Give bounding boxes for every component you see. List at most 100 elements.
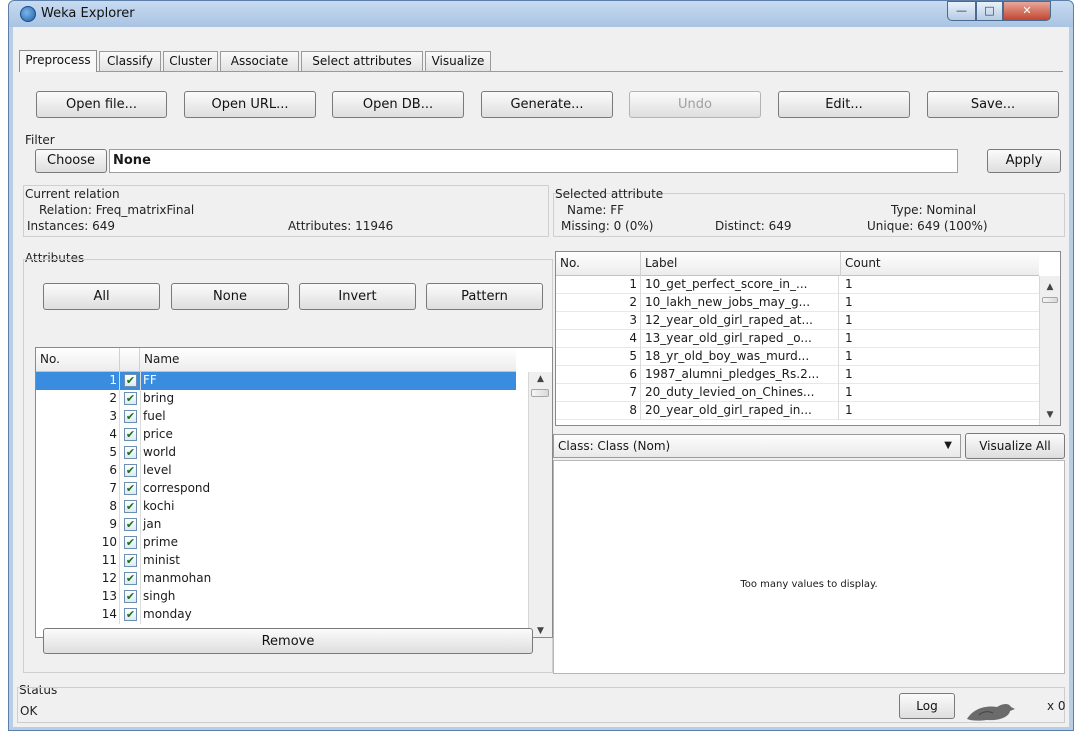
label-scroll-thumb[interactable] xyxy=(1042,297,1058,303)
attribute-name: bring xyxy=(140,390,174,408)
attribute-name: monday xyxy=(140,606,192,624)
attribute-checkbox[interactable]: ✔ xyxy=(124,590,137,603)
remove-button[interactable]: Remove xyxy=(43,628,533,654)
tab-select-attributes[interactable]: Select attributes xyxy=(301,51,423,71)
scroll-up-icon[interactable]: ▲ xyxy=(529,374,552,384)
attribute-row[interactable]: 6 ✔ level xyxy=(36,462,516,480)
pattern-button[interactable]: Pattern xyxy=(426,283,543,310)
tab-cluster[interactable]: Cluster xyxy=(163,51,218,71)
save-button[interactable]: Save... xyxy=(927,91,1059,118)
maximize-button[interactable]: □ xyxy=(976,1,1003,21)
label-row[interactable]: 8 20_year_old_girl_raped_in... 1 xyxy=(556,402,1039,420)
label-count: 1 xyxy=(845,385,853,399)
attribute-index: 12 xyxy=(36,570,120,588)
attribute-name: price xyxy=(140,426,173,444)
attribute-row[interactable]: 5 ✔ world xyxy=(36,444,516,462)
attribute-index: 5 xyxy=(36,444,120,462)
attribute-checkbox[interactable]: ✔ xyxy=(124,464,137,477)
open-db-button[interactable]: Open DB... xyxy=(332,91,464,118)
viz-message: Too many values to display. xyxy=(740,579,878,590)
attribute-row[interactable]: 7 ✔ correspond xyxy=(36,480,516,498)
close-button[interactable]: ✕ xyxy=(1003,1,1051,21)
tab-preprocess[interactable]: Preprocess xyxy=(19,50,97,72)
col-name-header[interactable]: Name xyxy=(140,348,516,372)
label-col-label-header[interactable]: Label xyxy=(641,252,841,276)
label-scroll-down-icon[interactable]: ▼ xyxy=(1040,410,1060,420)
attribute-checkbox[interactable]: ✔ xyxy=(124,500,137,513)
filter-apply-button[interactable]: Apply xyxy=(987,149,1061,173)
attribute-checkbox[interactable]: ✔ xyxy=(124,554,137,567)
label-row[interactable]: 1 10_get_perfect_score_in_... 1 xyxy=(556,276,1039,294)
undo-button[interactable]: Undo xyxy=(629,91,761,118)
attribute-name: world xyxy=(140,444,176,462)
attribute-row[interactable]: 2 ✔ bring xyxy=(36,390,516,408)
tab-visualize[interactable]: Visualize xyxy=(425,51,491,71)
attribute-checkbox[interactable]: ✔ xyxy=(124,410,137,423)
open-url-button[interactable]: Open URL... xyxy=(184,91,316,118)
attribute-index: 11 xyxy=(36,552,120,570)
attribute-row[interactable]: 14 ✔ monday xyxy=(36,606,516,624)
attribute-checkbox[interactable]: ✔ xyxy=(124,428,137,441)
log-button[interactable]: Log xyxy=(899,693,955,719)
attribute-row[interactable]: 13 ✔ singh xyxy=(36,588,516,606)
open-file-button[interactable]: Open file... xyxy=(36,91,167,118)
generate-button[interactable]: Generate... xyxy=(481,91,613,118)
label-value: 10_get_perfect_score_in_... xyxy=(641,276,839,294)
attributes-scrollbar[interactable]: ▲ ▼ xyxy=(528,372,552,637)
weka-bird-icon[interactable] xyxy=(963,699,1023,725)
label-row[interactable]: 5 18_yr_old_boy_was_murd... 1 xyxy=(556,348,1039,366)
selected-missing: Missing: 0 (0%) xyxy=(561,219,654,233)
col-no-header[interactable]: No. xyxy=(36,348,120,372)
label-table-scrollbar[interactable]: ▲ ▼ xyxy=(1039,276,1060,425)
label-row[interactable]: 6 1987_alumni_pledges_Rs.2... 1 xyxy=(556,366,1039,384)
scroll-thumb[interactable] xyxy=(531,389,549,397)
attribute-row[interactable]: 8 ✔ kochi xyxy=(36,498,516,516)
attribute-checkbox[interactable]: ✔ xyxy=(124,482,137,495)
attribute-row[interactable]: 10 ✔ prime xyxy=(36,534,516,552)
attribute-checkbox[interactable]: ✔ xyxy=(124,446,137,459)
attribute-checkbox[interactable]: ✔ xyxy=(124,572,137,585)
class-selector[interactable]: Class: Class (Nom) ▼ xyxy=(553,434,961,458)
label-row[interactable]: 2 10_lakh_new_jobs_may_g... 1 xyxy=(556,294,1039,312)
select-none-button[interactable]: None xyxy=(171,283,289,310)
attribute-name: manmohan xyxy=(140,570,211,588)
filter-field[interactable]: None xyxy=(109,149,958,173)
label-row[interactable]: 3 12_year_old_girl_raped_at... 1 xyxy=(556,312,1039,330)
instances-count: Instances: 649 xyxy=(27,219,116,233)
explorer-client-area: Preprocess Classify Cluster Associate Se… xyxy=(13,27,1069,727)
attribute-row[interactable]: 4 ✔ price xyxy=(36,426,516,444)
select-all-button[interactable]: All xyxy=(43,283,160,310)
minimize-button[interactable]: — xyxy=(947,1,976,21)
attribute-row[interactable]: 1 ✔ FF xyxy=(36,372,516,390)
class-selector-value: Class: Class (Nom) xyxy=(558,439,671,453)
label-count: 1 xyxy=(845,349,853,363)
filter-choose-button[interactable]: Choose xyxy=(35,149,107,173)
label-index: 4 xyxy=(556,330,641,348)
attribute-row[interactable]: 9 ✔ jan xyxy=(36,516,516,534)
label-row[interactable]: 7 20_duty_levied_on_Chines... 1 xyxy=(556,384,1039,402)
title-bar[interactable]: Weka Explorer — □ ✕ xyxy=(9,1,1073,27)
attribute-checkbox[interactable]: ✔ xyxy=(124,518,137,531)
attribute-checkbox[interactable]: ✔ xyxy=(124,536,137,549)
label-row[interactable]: 4 13_year_old_girl_raped _o... 1 xyxy=(556,330,1039,348)
label-col-count-header[interactable]: Count xyxy=(841,252,1039,276)
attribute-checkbox[interactable]: ✔ xyxy=(124,374,137,387)
visualize-all-button[interactable]: Visualize All xyxy=(965,433,1065,459)
attribute-row[interactable]: 3 ✔ fuel xyxy=(36,408,516,426)
label-scroll-up-icon[interactable]: ▲ xyxy=(1040,282,1060,292)
edit-button[interactable]: Edit... xyxy=(778,91,910,118)
tab-associate[interactable]: Associate xyxy=(220,51,299,71)
attributes-count: Attributes: 11946 xyxy=(288,219,394,233)
invert-selection-button[interactable]: Invert xyxy=(299,283,416,310)
tab-classify[interactable]: Classify xyxy=(99,51,161,71)
label-count: 1 xyxy=(845,277,853,291)
dropdown-arrow-icon[interactable]: ▼ xyxy=(944,435,952,457)
attribute-checkbox[interactable]: ✔ xyxy=(124,392,137,405)
attribute-row[interactable]: 12 ✔ manmohan xyxy=(36,570,516,588)
attribute-name: prime xyxy=(140,534,178,552)
weka-app-icon xyxy=(20,6,36,22)
attribute-index: 10 xyxy=(36,534,120,552)
label-col-no-header[interactable]: No. xyxy=(556,252,641,276)
attribute-row[interactable]: 11 ✔ minist xyxy=(36,552,516,570)
attribute-checkbox[interactable]: ✔ xyxy=(124,608,137,621)
